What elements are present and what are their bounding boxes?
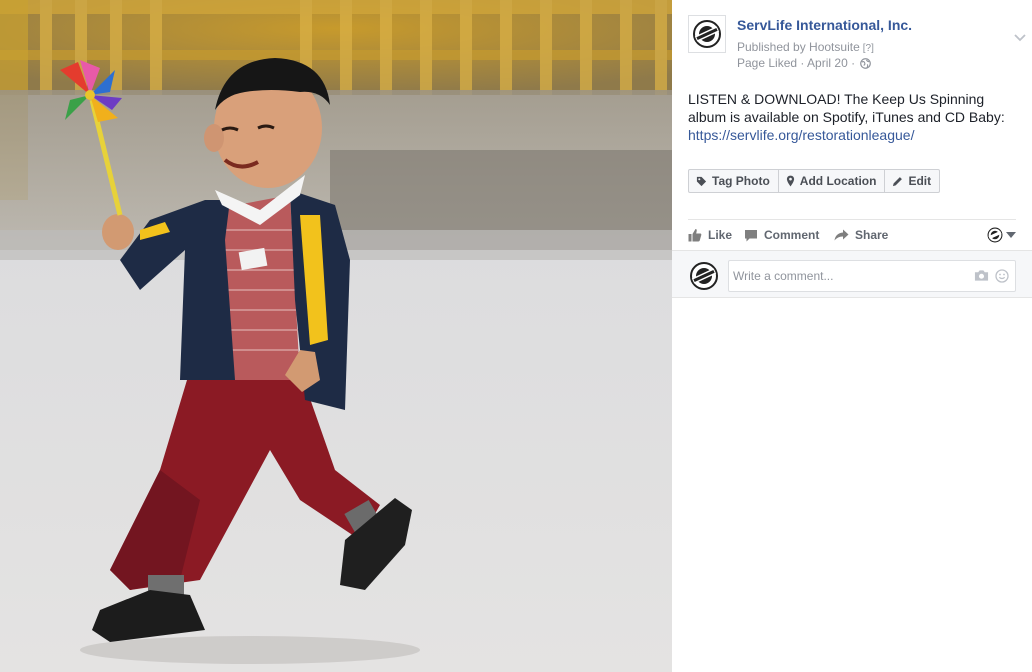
share-label: Share: [855, 228, 889, 242]
comment-input[interactable]: Write a comment...: [728, 260, 1016, 292]
post-actions: Like Comment Share: [688, 220, 1016, 250]
post-side-panel: ServLife International, Inc. Published b…: [672, 0, 1032, 672]
post-as-selector[interactable]: [987, 226, 1016, 244]
post-photo[interactable]: [0, 0, 672, 672]
caret-down-icon: [1006, 232, 1016, 238]
post-status-text[interactable]: Page Liked · April 20 ·: [737, 56, 855, 70]
photo-illustration: [0, 0, 672, 672]
comment-label: Comment: [764, 228, 820, 242]
location-pin-icon: [786, 175, 794, 187]
help-link[interactable]: [?]: [863, 43, 874, 54]
servlife-logo-icon: [690, 262, 718, 290]
add-location-label: Add Location: [799, 174, 877, 188]
servlife-logo-icon: [693, 20, 721, 48]
post-message: LISTEN & DOWNLOAD! The Keep Us Spinning …: [688, 90, 1018, 144]
comment-button[interactable]: Comment: [744, 220, 819, 250]
globe-icon[interactable]: [860, 58, 872, 69]
emoji-icon[interactable]: [995, 269, 1009, 283]
add-location-button[interactable]: Add Location: [777, 169, 886, 193]
post-header: ServLife International, Inc. Published b…: [688, 15, 1026, 71]
tag-icon: [696, 176, 707, 186]
thumbs-up-icon: [688, 229, 702, 242]
comment-icon: [745, 229, 757, 241]
page-avatar[interactable]: [688, 15, 726, 53]
share-arrow-icon: [834, 229, 849, 241]
like-label: Like: [708, 228, 733, 242]
page-avatar-small-icon: [987, 227, 1003, 243]
post-message-text: LISTEN & DOWNLOAD! The Keep Us Spinning …: [688, 91, 1005, 125]
photo-tools: Tag Photo Add Location Edit: [688, 169, 941, 193]
published-by-text: Published by Hootsuite: [737, 40, 860, 54]
chevron-down-icon[interactable]: [1013, 33, 1027, 43]
page-name-link[interactable]: ServLife International, Inc.: [737, 17, 912, 33]
tag-photo-label: Tag Photo: [712, 174, 770, 188]
post-link[interactable]: https://servlife.org/restorationleague/: [688, 126, 1018, 144]
comment-composer: Write a comment...: [672, 250, 1032, 298]
tag-photo-button[interactable]: Tag Photo: [688, 169, 779, 193]
like-button[interactable]: Like: [688, 220, 732, 250]
commenter-avatar: [688, 260, 720, 292]
edit-button[interactable]: Edit: [884, 169, 941, 193]
edit-label: Edit: [908, 174, 932, 188]
comment-placeholder: Write a comment...: [733, 269, 834, 283]
pencil-icon: [893, 176, 903, 186]
comment-attachments: [974, 269, 1009, 283]
camera-icon[interactable]: [974, 269, 989, 282]
published-by: Published by Hootsuite [?]: [737, 40, 874, 54]
share-button[interactable]: Share: [834, 220, 888, 250]
post-meta: Page Liked · April 20 ·: [737, 56, 872, 70]
